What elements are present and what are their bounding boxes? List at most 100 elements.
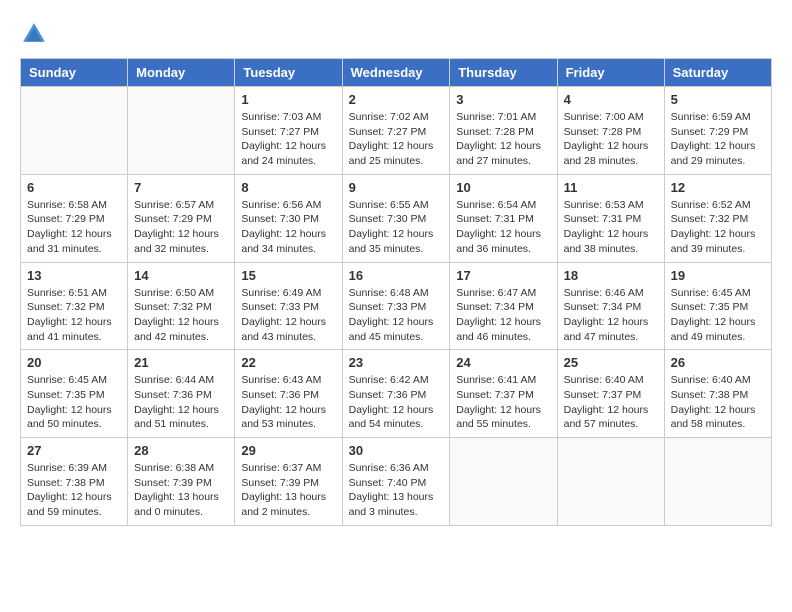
day-info: Sunrise: 6:36 AM Sunset: 7:40 PM Dayligh… bbox=[349, 461, 444, 520]
day-number: 26 bbox=[671, 355, 765, 370]
day-number: 22 bbox=[241, 355, 335, 370]
calendar-cell: 8Sunrise: 6:56 AM Sunset: 7:30 PM Daylig… bbox=[235, 174, 342, 262]
calendar-cell: 18 Sunrise: 6:46 AM Sunset: 7:34 PM Dayli… bbox=[557, 262, 664, 350]
day-info: Sunrise: 6:58 AM Sunset: 7:29 PM Dayligh… bbox=[27, 198, 121, 257]
calendar-cell bbox=[450, 438, 557, 526]
day-info: Sunrise: 6:45 AM Sunset: 7:35 PM Dayligh… bbox=[671, 286, 765, 345]
calendar-cell: 2 Sunrise: 7:02 AM Sunset: 7:27 PM Daylig… bbox=[342, 87, 450, 175]
weekday-header-row: SundayMondayTuesdayWednesdayThursdayFrid… bbox=[21, 59, 772, 87]
calendar-cell: 1Sunrise: 7:03 AM Sunset: 7:27 PM Daylig… bbox=[235, 87, 342, 175]
day-number: 15 bbox=[241, 268, 335, 283]
calendar-cell: 19Sunrise: 6:45 AM Sunset: 7:35 PM Dayli… bbox=[664, 262, 771, 350]
day-info: Sunrise: 6:39 AM Sunset: 7:38 PM Dayligh… bbox=[27, 461, 121, 520]
calendar-cell: 14 Sunrise: 6:50 AM Sunset: 7:32 PM Dayli… bbox=[128, 262, 235, 350]
weekday-header: Friday bbox=[557, 59, 664, 87]
day-number: 2 bbox=[349, 92, 444, 107]
day-number: 17 bbox=[456, 268, 550, 283]
day-number: 3 bbox=[456, 92, 550, 107]
calendar-week-row: 1Sunrise: 7:03 AM Sunset: 7:27 PM Daylig… bbox=[21, 87, 772, 175]
day-number: 25 bbox=[564, 355, 658, 370]
day-number: 14 bbox=[134, 268, 228, 283]
day-info: Sunrise: 7:01 AM Sunset: 7:28 PM Dayligh… bbox=[456, 110, 550, 169]
calendar-cell bbox=[664, 438, 771, 526]
calendar-cell bbox=[128, 87, 235, 175]
day-info: Sunrise: 6:44 AM Sunset: 7:36 PM Dayligh… bbox=[134, 373, 228, 432]
calendar-cell: 5Sunrise: 6:59 AM Sunset: 7:29 PM Daylig… bbox=[664, 87, 771, 175]
calendar-cell: 26 Sunrise: 6:40 AM Sunset: 7:38 PM Dayli… bbox=[664, 350, 771, 438]
calendar-cell: 29 Sunrise: 6:37 AM Sunset: 7:39 PM Dayli… bbox=[235, 438, 342, 526]
calendar-cell: 23 Sunrise: 6:42 AM Sunset: 7:36 PM Dayli… bbox=[342, 350, 450, 438]
day-info: Sunrise: 6:45 AM Sunset: 7:35 PM Dayligh… bbox=[27, 373, 121, 432]
day-info: Sunrise: 6:38 AM Sunset: 7:39 PM Dayligh… bbox=[134, 461, 228, 520]
calendar-cell: 15 Sunrise: 6:49 AM Sunset: 7:33 PM Dayli… bbox=[235, 262, 342, 350]
day-info: Sunrise: 6:49 AM Sunset: 7:33 PM Dayligh… bbox=[241, 286, 335, 345]
calendar-cell: 20 Sunrise: 6:45 AM Sunset: 7:35 PM Dayli… bbox=[21, 350, 128, 438]
day-info: Sunrise: 7:03 AM Sunset: 7:27 PM Dayligh… bbox=[241, 110, 335, 169]
calendar-cell: 21Sunrise: 6:44 AM Sunset: 7:36 PM Dayli… bbox=[128, 350, 235, 438]
day-number: 5 bbox=[671, 92, 765, 107]
calendar-cell: 24 Sunrise: 6:41 AM Sunset: 7:37 PM Dayli… bbox=[450, 350, 557, 438]
day-number: 10 bbox=[456, 180, 550, 195]
day-number: 28 bbox=[134, 443, 228, 458]
calendar-cell: 4 Sunrise: 7:00 AM Sunset: 7:28 PM Daylig… bbox=[557, 87, 664, 175]
day-number: 16 bbox=[349, 268, 444, 283]
calendar-cell: 22 Sunrise: 6:43 AM Sunset: 7:36 PM Dayli… bbox=[235, 350, 342, 438]
calendar-cell: 27Sunrise: 6:39 AM Sunset: 7:38 PM Dayli… bbox=[21, 438, 128, 526]
day-number: 11 bbox=[564, 180, 658, 195]
calendar-cell: 13 Sunrise: 6:51 AM Sunset: 7:32 PM Dayli… bbox=[21, 262, 128, 350]
weekday-header: Sunday bbox=[21, 59, 128, 87]
day-info: Sunrise: 6:37 AM Sunset: 7:39 PM Dayligh… bbox=[241, 461, 335, 520]
weekday-header: Thursday bbox=[450, 59, 557, 87]
calendar-table: SundayMondayTuesdayWednesdayThursdayFrid… bbox=[20, 58, 772, 526]
logo-icon bbox=[20, 20, 48, 48]
day-number: 12 bbox=[671, 180, 765, 195]
weekday-header: Monday bbox=[128, 59, 235, 87]
day-number: 9 bbox=[349, 180, 444, 195]
day-info: Sunrise: 6:51 AM Sunset: 7:32 PM Dayligh… bbox=[27, 286, 121, 345]
calendar-cell bbox=[21, 87, 128, 175]
day-number: 4 bbox=[564, 92, 658, 107]
day-info: Sunrise: 6:52 AM Sunset: 7:32 PM Dayligh… bbox=[671, 198, 765, 257]
day-info: Sunrise: 6:46 AM Sunset: 7:34 PM Dayligh… bbox=[564, 286, 658, 345]
day-number: 13 bbox=[27, 268, 121, 283]
day-number: 30 bbox=[349, 443, 444, 458]
calendar-week-row: 20 Sunrise: 6:45 AM Sunset: 7:35 PM Dayli… bbox=[21, 350, 772, 438]
day-number: 23 bbox=[349, 355, 444, 370]
calendar-cell: 3 Sunrise: 7:01 AM Sunset: 7:28 PM Daylig… bbox=[450, 87, 557, 175]
day-info: Sunrise: 7:02 AM Sunset: 7:27 PM Dayligh… bbox=[349, 110, 444, 169]
calendar-cell bbox=[557, 438, 664, 526]
calendar-cell: 16Sunrise: 6:48 AM Sunset: 7:33 PM Dayli… bbox=[342, 262, 450, 350]
day-number: 8 bbox=[241, 180, 335, 195]
weekday-header: Wednesday bbox=[342, 59, 450, 87]
page-header bbox=[20, 20, 772, 48]
calendar-cell: 10 Sunrise: 6:54 AM Sunset: 7:31 PM Dayli… bbox=[450, 174, 557, 262]
day-info: Sunrise: 6:54 AM Sunset: 7:31 PM Dayligh… bbox=[456, 198, 550, 257]
day-info: Sunrise: 6:50 AM Sunset: 7:32 PM Dayligh… bbox=[134, 286, 228, 345]
day-info: Sunrise: 6:42 AM Sunset: 7:36 PM Dayligh… bbox=[349, 373, 444, 432]
day-info: Sunrise: 6:53 AM Sunset: 7:31 PM Dayligh… bbox=[564, 198, 658, 257]
day-info: Sunrise: 6:43 AM Sunset: 7:36 PM Dayligh… bbox=[241, 373, 335, 432]
calendar-week-row: 6 Sunrise: 6:58 AM Sunset: 7:29 PM Daylig… bbox=[21, 174, 772, 262]
calendar-cell: 30 Sunrise: 6:36 AM Sunset: 7:40 PM Dayli… bbox=[342, 438, 450, 526]
day-number: 24 bbox=[456, 355, 550, 370]
day-number: 29 bbox=[241, 443, 335, 458]
day-info: Sunrise: 6:41 AM Sunset: 7:37 PM Dayligh… bbox=[456, 373, 550, 432]
day-info: Sunrise: 6:40 AM Sunset: 7:38 PM Dayligh… bbox=[671, 373, 765, 432]
logo bbox=[20, 20, 52, 48]
calendar-week-row: 27Sunrise: 6:39 AM Sunset: 7:38 PM Dayli… bbox=[21, 438, 772, 526]
calendar-week-row: 13 Sunrise: 6:51 AM Sunset: 7:32 PM Dayli… bbox=[21, 262, 772, 350]
calendar-cell: 9Sunrise: 6:55 AM Sunset: 7:30 PM Daylig… bbox=[342, 174, 450, 262]
day-number: 20 bbox=[27, 355, 121, 370]
calendar-cell: 17 Sunrise: 6:47 AM Sunset: 7:34 PM Dayli… bbox=[450, 262, 557, 350]
weekday-header: Saturday bbox=[664, 59, 771, 87]
calendar-cell: 25Sunrise: 6:40 AM Sunset: 7:37 PM Dayli… bbox=[557, 350, 664, 438]
calendar-cell: 28 Sunrise: 6:38 AM Sunset: 7:39 PM Dayli… bbox=[128, 438, 235, 526]
day-info: Sunrise: 7:00 AM Sunset: 7:28 PM Dayligh… bbox=[564, 110, 658, 169]
calendar-cell: 11 Sunrise: 6:53 AM Sunset: 7:31 PM Dayli… bbox=[557, 174, 664, 262]
day-info: Sunrise: 6:47 AM Sunset: 7:34 PM Dayligh… bbox=[456, 286, 550, 345]
day-number: 18 bbox=[564, 268, 658, 283]
day-number: 6 bbox=[27, 180, 121, 195]
calendar-cell: 12 Sunrise: 6:52 AM Sunset: 7:32 PM Dayli… bbox=[664, 174, 771, 262]
day-number: 7 bbox=[134, 180, 228, 195]
weekday-header: Tuesday bbox=[235, 59, 342, 87]
